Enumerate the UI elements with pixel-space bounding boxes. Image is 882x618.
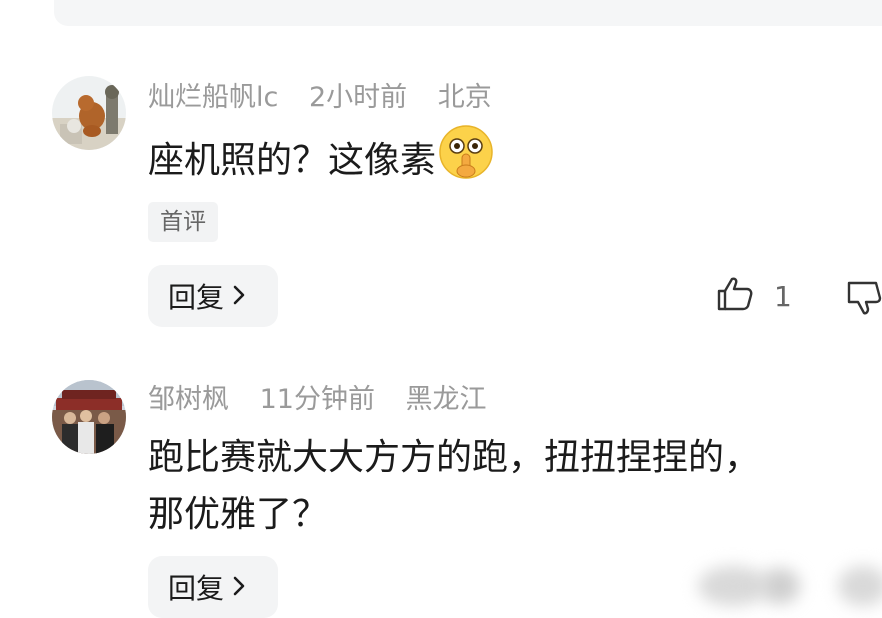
comment-meta: 邹树枫 11分钟前 黑龙江 [148, 382, 487, 418]
blurred-dislike-area [838, 566, 882, 606]
reply-label: 回复 [168, 572, 225, 605]
like-count: 1 [774, 279, 792, 313]
blurred-like-area [698, 566, 768, 606]
comment-text: 座机照的？这像素 [148, 140, 437, 181]
comment-time: 11分钟前 [259, 384, 375, 415]
shush-emoji-icon [438, 124, 494, 194]
first-comment-badge: 首评 [148, 202, 218, 242]
username[interactable]: 邹树枫 [148, 382, 229, 418]
avatar[interactable] [52, 380, 126, 454]
username[interactable]: 灿烂船帆lc [148, 80, 278, 116]
avatar[interactable] [52, 76, 126, 150]
reply-button[interactable]: 回复 [148, 265, 278, 327]
comment-text-line: 跑比赛就大大方方的跑，扭扭捏捏的， [148, 437, 761, 478]
avatar-people-image [52, 380, 126, 454]
comment-location: 北京 [437, 82, 492, 113]
chevron-right-icon [232, 571, 246, 604]
dislike-button[interactable] [846, 280, 882, 320]
avatar-dog-image [52, 76, 126, 150]
comment-location: 黑龙江 [405, 384, 487, 415]
comment-text-line: 那优雅了？ [148, 494, 329, 535]
like-button[interactable]: 1 [716, 276, 792, 316]
thumbs-up-icon [716, 276, 754, 316]
comment-time: 2小时前 [308, 82, 408, 113]
reply-button[interactable]: 回复 [148, 556, 278, 618]
comment-text-row: 座机照的？这像素 [148, 125, 494, 194]
blurred-like-area [760, 568, 800, 604]
comment-meta: 灿烂船帆lc 2小时前 北京 [148, 80, 492, 116]
reply-label: 回复 [168, 281, 225, 314]
thumbs-down-icon [846, 281, 882, 320]
previous-comment-card [54, 0, 882, 26]
chevron-right-icon [232, 280, 246, 313]
